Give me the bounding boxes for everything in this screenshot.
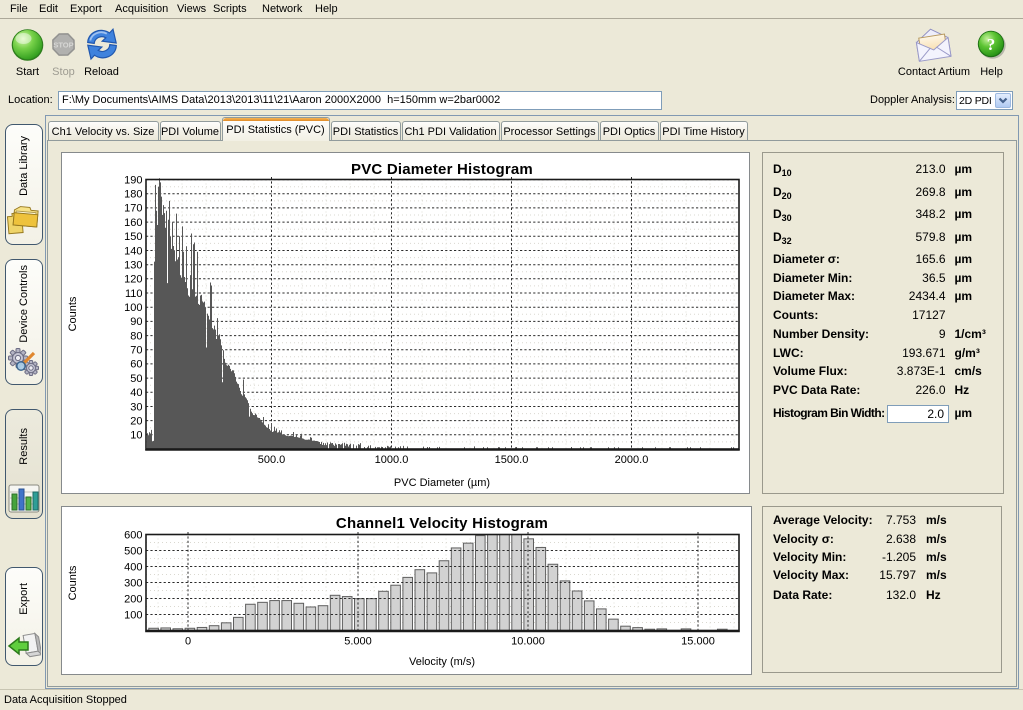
svg-text:180: 180 [124,189,142,201]
svg-text:?: ? [987,35,996,54]
svg-text:400: 400 [124,561,142,573]
svg-text:10.000: 10.000 [511,636,545,648]
svg-text:STOP: STOP [53,41,73,50]
svg-text:70: 70 [130,345,142,357]
svg-text:Counts: Counts [67,296,79,331]
svg-text:1500.0: 1500.0 [495,454,529,466]
svg-text:190: 190 [124,174,142,186]
svg-text:100: 100 [124,609,142,621]
svg-text:600: 600 [124,529,142,541]
svg-text:500.0: 500.0 [258,454,286,466]
svg-text:80: 80 [130,330,142,342]
svg-text:Velocity (m/s): Velocity (m/s) [409,656,475,668]
svg-text:60: 60 [130,359,142,371]
svg-text:120: 120 [124,274,142,286]
svg-text:10: 10 [130,430,142,442]
svg-text:170: 170 [124,203,142,215]
svg-text:110: 110 [125,288,143,300]
svg-text:0: 0 [185,636,191,648]
svg-text:160: 160 [124,217,142,229]
svg-text:150: 150 [124,231,142,243]
svg-text:30: 30 [130,401,142,413]
svg-text:20: 20 [130,415,142,427]
svg-text:1000.0: 1000.0 [375,454,409,466]
svg-text:Channel1 Velocity Histogram: Channel1 Velocity Histogram [336,515,548,532]
svg-text:PVC Diameter (µm): PVC Diameter (µm) [394,477,490,489]
svg-text:500: 500 [124,545,142,557]
svg-text:15.000: 15.000 [681,636,715,648]
svg-text:2000.0: 2000.0 [615,454,649,466]
svg-text:50: 50 [130,373,142,385]
svg-text:PVC Diameter Histogram: PVC Diameter Histogram [351,161,533,178]
svg-text:90: 90 [130,316,142,328]
svg-text:140: 140 [124,245,142,257]
svg-text:100: 100 [124,302,142,314]
svg-text:5.000: 5.000 [344,636,372,648]
svg-text:40: 40 [130,387,142,399]
svg-text:200: 200 [124,593,142,605]
svg-text:Counts: Counts [67,565,79,600]
svg-text:130: 130 [124,260,142,272]
svg-text:300: 300 [124,577,142,589]
